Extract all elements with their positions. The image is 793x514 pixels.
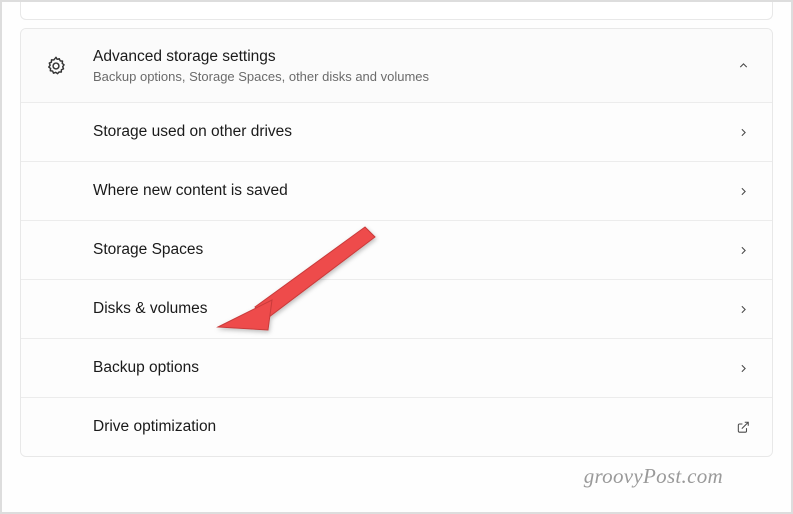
chevron-right-icon [736, 361, 750, 375]
item-backup-options[interactable]: Backup options [21, 338, 772, 397]
item-drive-optimization[interactable]: Drive optimization [21, 397, 772, 456]
gear-icon [43, 53, 69, 79]
open-external-icon [736, 420, 750, 434]
item-label: Storage used on other drives [93, 123, 736, 141]
item-where-new-content-saved[interactable]: Where new content is saved [21, 161, 772, 220]
chevron-right-icon [736, 302, 750, 316]
chevron-right-icon [736, 243, 750, 257]
item-label: Drive optimization [93, 418, 736, 436]
settings-window: Advanced storage settings Backup options… [0, 0, 793, 514]
chevron-right-icon [736, 184, 750, 198]
item-label: Disks & volumes [93, 300, 736, 318]
previous-panel-stub [20, 2, 773, 20]
item-disks-volumes[interactable]: Disks & volumes [21, 279, 772, 338]
chevron-right-icon [736, 125, 750, 139]
header-subtitle: Backup options, Storage Spaces, other di… [93, 69, 736, 84]
advanced-storage-panel: Advanced storage settings Backup options… [20, 28, 773, 457]
item-label: Where new content is saved [93, 182, 736, 200]
item-label: Storage Spaces [93, 241, 736, 259]
header-title: Advanced storage settings [93, 47, 736, 67]
item-storage-used-other-drives[interactable]: Storage used on other drives [21, 102, 772, 161]
header-text-block: Advanced storage settings Backup options… [93, 47, 736, 84]
advanced-storage-header[interactable]: Advanced storage settings Backup options… [21, 29, 772, 102]
chevron-up-icon [736, 59, 750, 73]
item-label: Backup options [93, 359, 736, 377]
item-storage-spaces[interactable]: Storage Spaces [21, 220, 772, 279]
